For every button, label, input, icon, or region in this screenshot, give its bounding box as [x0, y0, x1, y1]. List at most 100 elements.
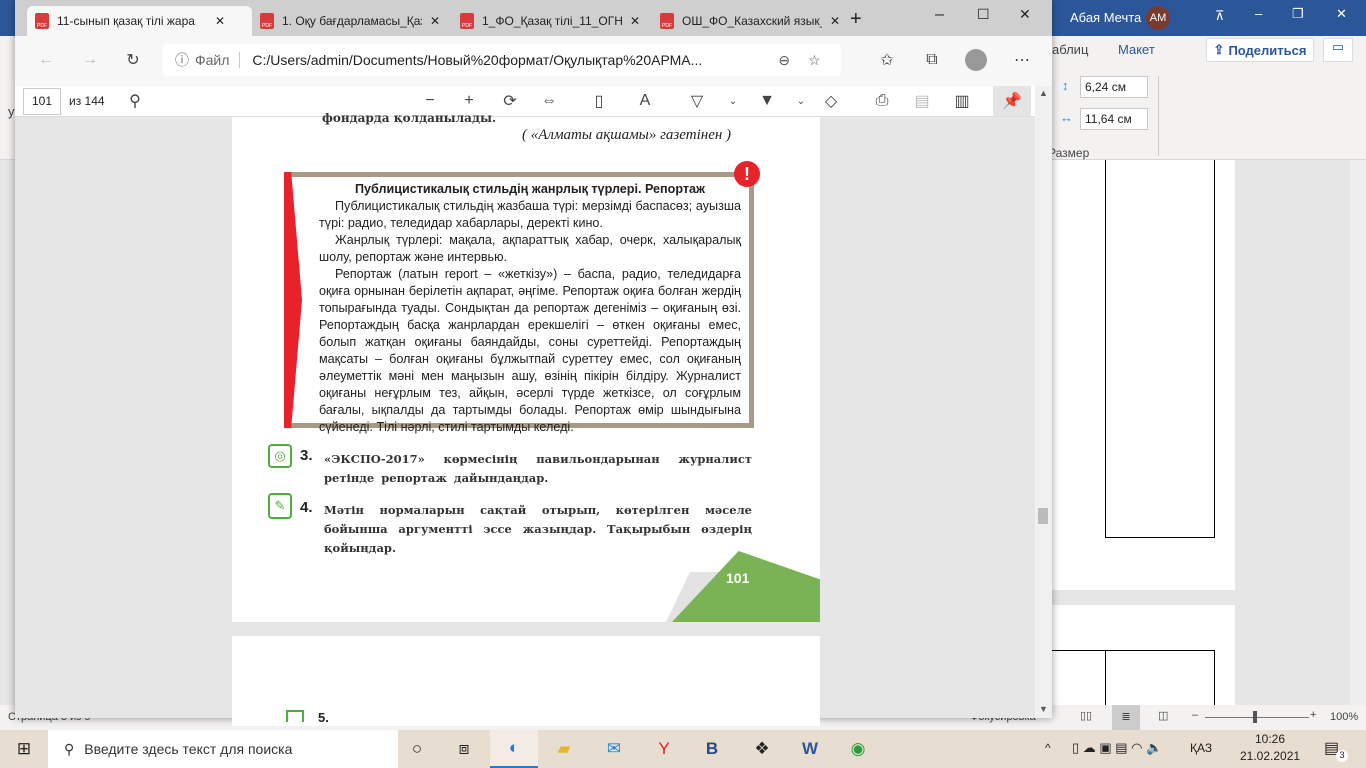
save-as-icon[interactable]: ▥ [948, 87, 976, 115]
taskbar-search[interactable]: ⚲ Введите здесь текст для поиска [48, 730, 398, 768]
add-favorite-icon[interactable]: ☆ [808, 52, 821, 69]
navigation-bar: ← → ↻ ⓘ Файл C:/Users/admin/Documents/Но… [15, 36, 1052, 86]
save-icon[interactable]: ▤ [908, 87, 936, 115]
width-input[interactable]: 11,64 см [1080, 108, 1148, 130]
read-aloud-icon[interactable]: A [631, 87, 659, 115]
avatar[interactable]: АМ [1146, 6, 1170, 30]
maximize-button[interactable]: ☐ [977, 6, 990, 23]
new-tab-button[interactable]: + [850, 8, 862, 31]
info-icon: ⓘ [175, 52, 189, 68]
dropbox-icon[interactable]: ❖ [738, 730, 786, 768]
restore-button[interactable]: ❐ [1292, 6, 1304, 22]
share-label: Поделиться [1228, 42, 1307, 58]
word-icon[interactable]: W [786, 730, 834, 768]
rotate-icon[interactable]: ⟳ [496, 87, 524, 115]
pdf-page: фондарда қолданылады. ( «Алматы ақшамы» … [232, 111, 820, 622]
more-icon[interactable]: ⋯ [1008, 46, 1036, 74]
word-page [1050, 160, 1235, 590]
highlight-icon[interactable]: ▼ [753, 87, 781, 115]
page-view-icon[interactable]: ▯ [585, 87, 613, 115]
cortana-icon[interactable]: ○ [393, 730, 441, 768]
minimize-button[interactable]: – [1255, 6, 1262, 21]
print-icon[interactable]: ⎙ [868, 87, 896, 115]
scroll-up-icon[interactable]: ▲ [1039, 88, 1048, 98]
source-citation: ( «Алматы ақшамы» газетінен ) [522, 127, 732, 143]
close-button[interactable]: ✕ [1019, 6, 1031, 23]
zoom-in-button[interactable]: + [1310, 709, 1316, 721]
favorites-icon[interactable]: ✩ [873, 46, 901, 74]
tab-strip: PDF 11-сынып қазақ тілі жара ✕ PDF 1. Оқу б… [15, 0, 1052, 36]
refresh-icon[interactable]: ↻ [119, 46, 147, 74]
edge-icon[interactable]: ◐ [490, 730, 538, 768]
tab-table[interactable]: аблиц [1052, 42, 1088, 57]
address-text[interactable]: C:/Users/admin/Documents/Новый%20формат/… [252, 52, 762, 68]
close-tab-icon[interactable]: ✕ [630, 14, 640, 28]
task-icon [286, 710, 304, 722]
tab-label: ОШ_ФО_Казахский язык_ [682, 14, 822, 28]
word-scrollbar[interactable] [1350, 160, 1366, 705]
search-icon[interactable]: ⚲ [121, 87, 149, 115]
scroll-down-icon[interactable]: ▼ [1039, 704, 1048, 714]
tab-label: 11-сынып қазақ тілі жара [57, 14, 195, 28]
pin-icon[interactable]: 📌 [993, 86, 1031, 116]
chrome-icon[interactable]: ◉ [834, 730, 882, 768]
page-number-input[interactable]: 101 [23, 88, 61, 115]
file-explorer-icon[interactable]: ▰ [540, 730, 588, 768]
tab[interactable]: PDF ОШ_ФО_Казахский язык_ ✕ [652, 6, 852, 36]
tab-layout[interactable]: Макет [1118, 42, 1155, 57]
close-tab-icon[interactable]: ✕ [830, 14, 840, 28]
task-number: 3. [300, 447, 313, 464]
task-view-icon[interactable]: ⧈ [440, 730, 488, 768]
back-icon[interactable]: ← [32, 46, 60, 74]
chevron-down-icon[interactable]: ⌄ [787, 87, 815, 115]
mail-icon[interactable]: ✉ [590, 730, 638, 768]
show-hidden-icons[interactable]: ^ [1045, 741, 1051, 755]
close-button[interactable]: ✕ [1336, 6, 1347, 22]
chevron-down-icon[interactable]: ⌄ [719, 87, 747, 115]
paragraph: Репортаж (латын report – «жеткізу») – ба… [319, 267, 741, 434]
close-tab-icon[interactable]: ✕ [430, 14, 440, 28]
height-input[interactable]: 6,24 см [1080, 76, 1148, 98]
ribbon-display-icon[interactable]: ⊼ [1215, 8, 1225, 24]
clock-time[interactable]: 10:26 [1255, 732, 1285, 746]
profile-avatar[interactable] [965, 49, 987, 71]
collections-icon[interactable]: ⧉ [918, 46, 946, 74]
zoom-slider[interactable] [1205, 717, 1309, 718]
share-button[interactable]: ⇪ Поделиться [1206, 38, 1314, 62]
scrollbar[interactable]: ▲ ▼ [1035, 86, 1052, 718]
task-number: 5. [318, 710, 329, 725]
scrollbar-thumb[interactable] [1038, 508, 1048, 524]
language-indicator[interactable]: ҚАЗ [1190, 741, 1212, 755]
minimize-button[interactable]: – [935, 6, 944, 24]
address-bar[interactable]: ⓘ Файл C:/Users/admin/Documents/Новый%20… [163, 44, 841, 76]
pdf-icon: PDF [35, 13, 49, 29]
zoom-slider-thumb[interactable] [1253, 711, 1257, 723]
page-number-label: 101 [726, 570, 750, 586]
table-cell [1105, 160, 1215, 538]
search-icon: ⚲ [64, 740, 75, 757]
tab-active[interactable]: PDF 11-сынып қазақ тілі жара ✕ [27, 6, 252, 36]
web-layout-icon[interactable]: ◫ [1158, 709, 1168, 722]
clock-date[interactable]: 21.02.2021 [1240, 749, 1300, 763]
divider [1158, 76, 1159, 156]
tray-icons[interactable]: ▯ ☁ ▣ ▤ ◠ 🔈 [1072, 740, 1162, 756]
print-layout-icon[interactable]: ≣ [1112, 705, 1140, 730]
task-text: Мәтін нормаларын сақтай отырып, көтерілг… [324, 503, 752, 555]
zoom-level[interactable]: 100% [1330, 711, 1358, 723]
address-prefix: Файл [195, 52, 241, 68]
tab[interactable]: PDF 1. Оқу бағдарламасы_Қаз ✕ [252, 6, 452, 36]
close-tab-icon[interactable]: ✕ [215, 14, 225, 28]
tab[interactable]: PDF 1_ФО_Қазақ тілі_11_ОГН ✕ [452, 6, 652, 36]
read-mode-icon[interactable]: ▯▯ [1080, 709, 1092, 722]
fit-width-icon[interactable]: ⇔ [535, 87, 563, 115]
pdf-icon: PDF [660, 13, 674, 29]
windows-start-icon[interactable]: ⊞ [0, 730, 48, 768]
yandex-icon[interactable]: Y [640, 730, 688, 768]
draw-icon[interactable]: ▽ [683, 87, 711, 115]
zoom-icon[interactable]: ⊖ [778, 52, 790, 69]
b-app-icon[interactable]: B [688, 730, 736, 768]
forward-icon[interactable]: → [76, 46, 104, 74]
zoom-out-button[interactable]: – [1192, 709, 1198, 721]
eraser-icon[interactable]: ◇ [817, 87, 845, 115]
comments-button[interactable]: ▭ [1323, 38, 1353, 62]
